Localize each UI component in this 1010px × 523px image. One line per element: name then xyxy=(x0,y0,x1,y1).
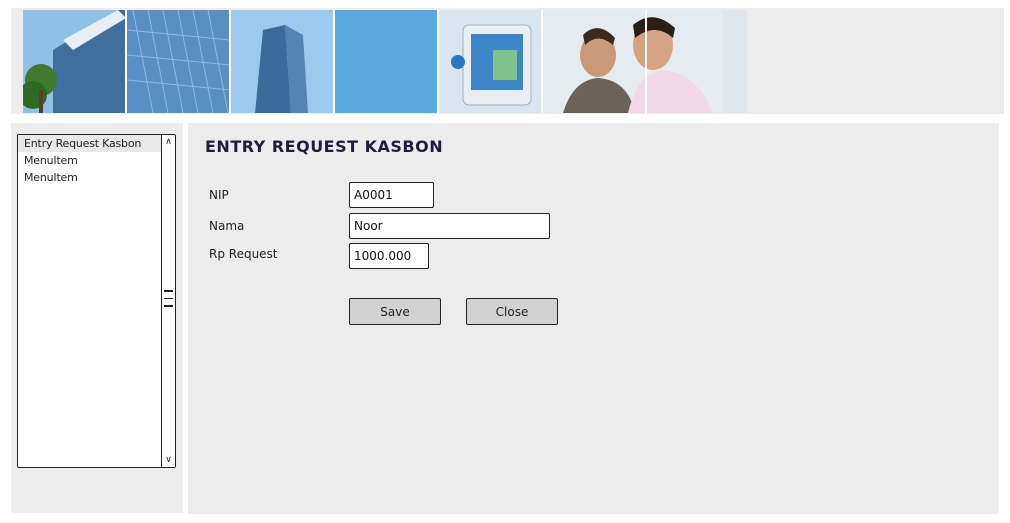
main-content: ENTRY REQUEST KASBON NIP Nama Rp Request… xyxy=(188,123,999,514)
page-title: ENTRY REQUEST KASBON xyxy=(205,137,444,156)
close-button[interactable]: Close xyxy=(466,298,558,325)
chevron-up-icon[interactable]: ∧ xyxy=(162,135,175,149)
nip-label: NIP xyxy=(209,188,229,202)
nip-field[interactable] xyxy=(349,182,434,208)
listbox-scrollbar[interactable]: ∧ ∨ xyxy=(161,135,175,467)
rp-request-label: Rp Request xyxy=(209,247,278,261)
save-button[interactable]: Save xyxy=(349,298,441,325)
sidebar-item-menuitem[interactable]: MenuItem xyxy=(18,152,175,169)
rp-request-field[interactable] xyxy=(349,243,429,269)
menu-listbox[interactable]: Entry Request Kasbon MenuItem MenuItem ∧… xyxy=(17,134,176,468)
nama-field[interactable] xyxy=(349,213,550,239)
scroll-thumb[interactable] xyxy=(164,290,173,312)
nama-label: Nama xyxy=(209,219,245,233)
sidebar-item-entry-request-kasbon[interactable]: Entry Request Kasbon xyxy=(18,135,162,152)
chevron-down-icon[interactable]: ∨ xyxy=(162,453,175,467)
sidebar-item-menuitem[interactable]: MenuItem xyxy=(18,169,175,186)
sidebar: Entry Request Kasbon MenuItem MenuItem ∧… xyxy=(11,123,183,513)
banner-image xyxy=(23,10,747,113)
header xyxy=(11,8,1004,114)
